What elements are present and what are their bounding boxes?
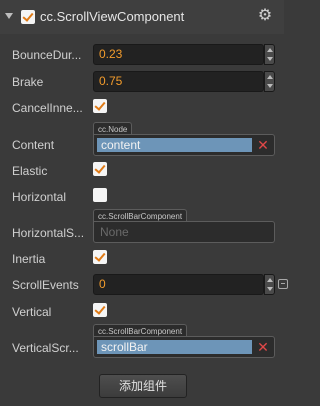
vertical-scrollbar-ref-field[interactable]: scrollBar ✕ <box>93 336 275 358</box>
scroll-events-input[interactable]: 0 <box>93 274 264 295</box>
component-enabled-checkbox[interactable] <box>21 10 35 24</box>
triangle-down-icon[interactable] <box>5 13 13 19</box>
content-label: Content <box>12 138 55 152</box>
bounce-duration-label: BounceDur... <box>12 48 82 62</box>
content-ref-value[interactable]: content <box>97 138 252 152</box>
brake-label: Brake <box>12 75 44 89</box>
minus-icon[interactable] <box>278 279 288 289</box>
horizontal-scrollbar-ref-field[interactable]: None <box>93 221 275 243</box>
cancel-inner-events-label: CancelInne... <box>12 101 83 115</box>
vertical-checkbox[interactable] <box>93 303 107 317</box>
brake-input[interactable]: 0.75 <box>93 71 264 92</box>
close-icon[interactable]: ✕ <box>256 339 270 355</box>
bounce-duration-stepper[interactable] <box>264 44 275 65</box>
horizontal-checkbox[interactable] <box>93 188 107 202</box>
vertical-label: Vertical <box>12 305 52 319</box>
bounce-duration-input[interactable]: 0.23 <box>93 44 264 65</box>
horizontal-scrollbar-ref-value: None <box>100 225 129 239</box>
inertia-checkbox[interactable] <box>93 250 107 264</box>
scroll-events-stepper[interactable] <box>264 274 275 295</box>
component-title: cc.ScrollViewComponent <box>40 9 185 24</box>
content-ref-field[interactable]: content ✕ <box>93 134 275 156</box>
close-icon[interactable]: ✕ <box>256 137 270 153</box>
cancel-inner-events-checkbox[interactable] <box>93 99 107 113</box>
brake-stepper[interactable] <box>264 71 275 92</box>
component-header: cc.ScrollViewComponent ⚙ <box>0 0 284 34</box>
vertical-scrollbar-label: VerticalScr... <box>12 341 79 355</box>
vertical-scrollbar-ref-value[interactable]: scrollBar <box>97 340 252 354</box>
gear-icon[interactable]: ⚙ <box>257 8 273 24</box>
horizontal-scrollbar-label: HorizontalS... <box>12 226 85 240</box>
horizontal-label: Horizontal <box>12 190 67 204</box>
elastic-checkbox[interactable] <box>93 162 107 176</box>
add-component-button[interactable]: 添加组件 <box>99 374 187 398</box>
scroll-events-label: ScrollEvents <box>12 278 79 292</box>
elastic-label: Elastic <box>12 164 48 178</box>
inertia-label: Inertia <box>12 252 46 266</box>
